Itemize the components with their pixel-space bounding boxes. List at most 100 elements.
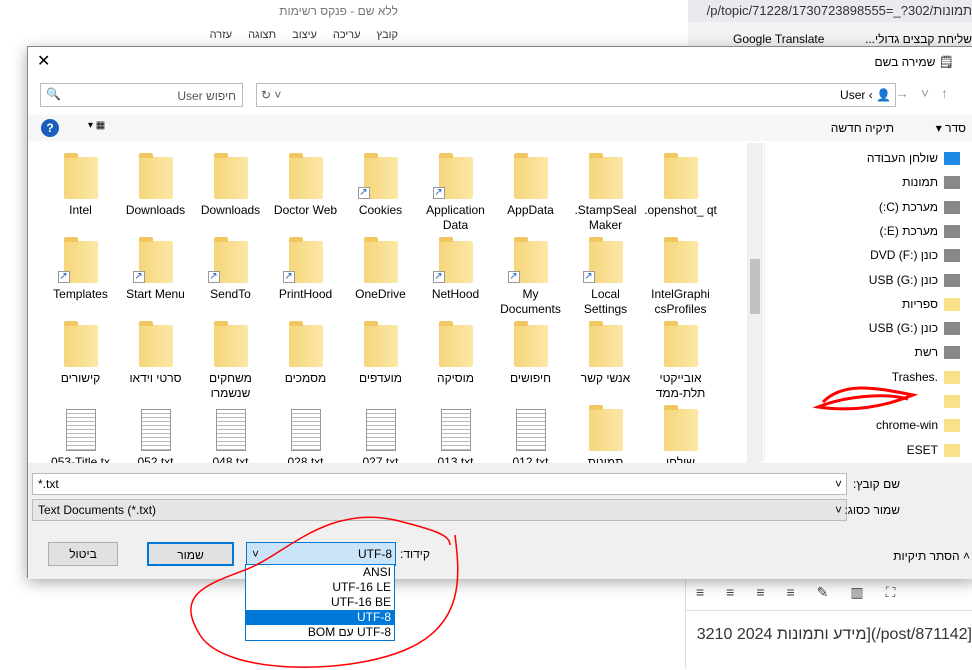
file-item[interactable]: Downloads [193, 149, 268, 218]
menu-view[interactable]: תצוגה [248, 29, 276, 41]
hide-folders-button[interactable]: ˄ הסתר תיקיות [893, 549, 970, 563]
nav-item[interactable]: רשת [915, 345, 960, 360]
file-item[interactable]: .StampSeal Maker [568, 149, 643, 233]
file-item[interactable]: ↗ Templates [43, 233, 118, 302]
search-icon: 🔍 [46, 87, 61, 101]
file-item-label: משחקים שנשמרו [209, 371, 252, 400]
nav-item[interactable]: ספריות [902, 297, 960, 311]
file-item[interactable]: מסמכים [268, 317, 343, 386]
nav-item[interactable]: שולחן העבודה [867, 151, 960, 165]
file-item[interactable]: ↗ NetHood [418, 233, 493, 302]
file-item-label: PrintHood [278, 287, 333, 301]
file-item-label: סרטי וידאו [129, 371, 182, 385]
folder-icon [213, 153, 248, 199]
help-icon[interactable]: ? [41, 119, 59, 137]
file-item-label: Downloads [200, 203, 261, 217]
menu-file[interactable]: קובץ [377, 29, 398, 41]
file-item-label: NetHood [431, 287, 480, 301]
file-item[interactable]: ↗ My Documents [493, 233, 568, 317]
folder-icon: ↗ [432, 237, 473, 283]
folder-icon: ↗ [507, 237, 548, 283]
path-segment[interactable]: User ‹ 👤 [840, 88, 891, 102]
nav-item[interactable]: כונן DVD (F:) [870, 248, 960, 263]
folder-icon [944, 419, 960, 433]
menu-edit[interactable]: עריכה [333, 29, 361, 41]
file-item[interactable]: Doctor Web [268, 149, 343, 218]
file-item[interactable]: משחקים שנשמרו [193, 317, 268, 401]
file-item[interactable]: מועדפים [343, 317, 418, 386]
menu-help[interactable]: עזרה [210, 29, 232, 41]
scrollbar[interactable] [747, 143, 763, 463]
address-path[interactable]: ↻ ˅ User ‹ 👤 [256, 83, 896, 107]
file-item[interactable]: אנשי קשר [568, 317, 643, 386]
view-options-icon[interactable]: ▾ ▦ [88, 120, 105, 131]
folder-icon [588, 153, 623, 199]
drive-icon [944, 200, 960, 214]
file-item-label: My Documents [500, 287, 561, 316]
nav-item[interactable]: כונן USB (G:) [869, 321, 960, 336]
file-item[interactable]: קישורים [43, 317, 118, 386]
file-item[interactable]: ↗ Start Menu [118, 233, 193, 302]
file-item[interactable]: ↗ PrintHood [268, 233, 343, 302]
bookmark-large-files[interactable]: שליחת קבצים גדולי... [865, 32, 972, 46]
dialog-title: 🗒 שמירה בשם [874, 55, 954, 69]
file-item[interactable]: שולחן [643, 401, 718, 463]
menu-format[interactable]: עיצוב [292, 29, 317, 41]
address-bar[interactable]: תמונות/p/topic/71228/1730723898555=_?302… [688, 0, 972, 22]
search-input[interactable]: 🔍 חיפוש User [40, 83, 243, 107]
nav-item[interactable]: ESET [907, 443, 960, 457]
file-item[interactable]: אובייקטי תלת-ממד [643, 317, 718, 401]
file-item[interactable]: 048.txt [193, 401, 268, 463]
file-item[interactable]: Intel [43, 149, 118, 218]
file-item-label: Doctor Web [273, 203, 338, 217]
editor-area: ≡≡≡≡✎▥⛶ [post/871142/)[מידע ותמונות 2024… [685, 578, 972, 669]
folder-icon [288, 153, 323, 199]
text-file-icon [365, 409, 396, 451]
cancel-button[interactable]: ביטול [48, 542, 118, 566]
file-item[interactable]: סרטי וידאו [118, 317, 193, 386]
file-item[interactable]: IntelGraphi csProfiles [643, 233, 718, 317]
file-item[interactable]: Downloads [118, 149, 193, 218]
drive-icon [944, 273, 960, 287]
file-item[interactable]: AppData [493, 149, 568, 218]
new-folder-button[interactable]: תיקיה חדשה [831, 121, 894, 135]
notepad-icon: 🗒 [935, 55, 954, 69]
refresh-icon[interactable]: ↻ ˅ [261, 88, 281, 102]
browser-window: תמונות/p/topic/71228/1730723898555=_?302… [688, 0, 972, 46]
file-item[interactable]: OneDrive [343, 233, 418, 302]
nav-item[interactable]: מערכת (C:) [879, 200, 960, 214]
file-item[interactable]: 013.txt [418, 401, 493, 463]
file-item[interactable]: 052.txt [118, 401, 193, 463]
folder-icon: ↗ [207, 237, 248, 283]
file-item[interactable]: ↗ Application Data [418, 149, 493, 233]
nav-item[interactable]: תמונות [902, 175, 960, 190]
close-icon[interactable]: ✕ [37, 51, 50, 71]
shortcut-arrow-icon: ↗ [507, 271, 520, 283]
save-as-dialog: ✕ 🗒 שמירה בשם ←→˅↑ ↻ ˅ User ‹ 👤 🔍 חיפוש … [27, 46, 972, 579]
file-item[interactable]: ↗ SendTo [193, 233, 268, 302]
shortcut-arrow-icon: ↗ [57, 271, 70, 283]
file-item-label: 048.txt [212, 455, 249, 463]
file-item[interactable]: 028.txt [268, 401, 343, 463]
file-item-label: IntelGraphi csProfiles [651, 287, 710, 316]
drive-icon [944, 224, 960, 238]
file-item[interactable]: 053-Title.tx [43, 401, 118, 463]
organize-button[interactable]: סדר ▾ [936, 121, 966, 135]
file-item[interactable]: ↗ Local Settings [568, 233, 643, 317]
file-item[interactable]: 027.txt [343, 401, 418, 463]
notepad-title: ללא שם - פנקס רשימות [279, 4, 398, 18]
file-item[interactable]: .openshot_ qt [643, 149, 718, 218]
filename-input[interactable]: *.txt ˅ [32, 473, 847, 495]
file-item[interactable]: חיפושים [493, 317, 568, 386]
file-item-label: Downloads [125, 203, 186, 217]
file-item[interactable]: תמונות [568, 401, 643, 463]
nav-item[interactable]: כונן USB (G:) [869, 273, 960, 287]
folder-icon [438, 321, 473, 367]
text-file-icon [515, 409, 546, 451]
file-item[interactable]: מוסיקה [418, 317, 493, 386]
file-item[interactable]: 012.txt [493, 401, 568, 463]
bookmark-google-translate[interactable]: Google Translate [733, 32, 824, 46]
nav-item[interactable]: מערכת (E:) [880, 224, 960, 238]
nav-item[interactable]: chrome-win [876, 418, 960, 433]
file-item[interactable]: ↗ Cookies [343, 149, 418, 218]
